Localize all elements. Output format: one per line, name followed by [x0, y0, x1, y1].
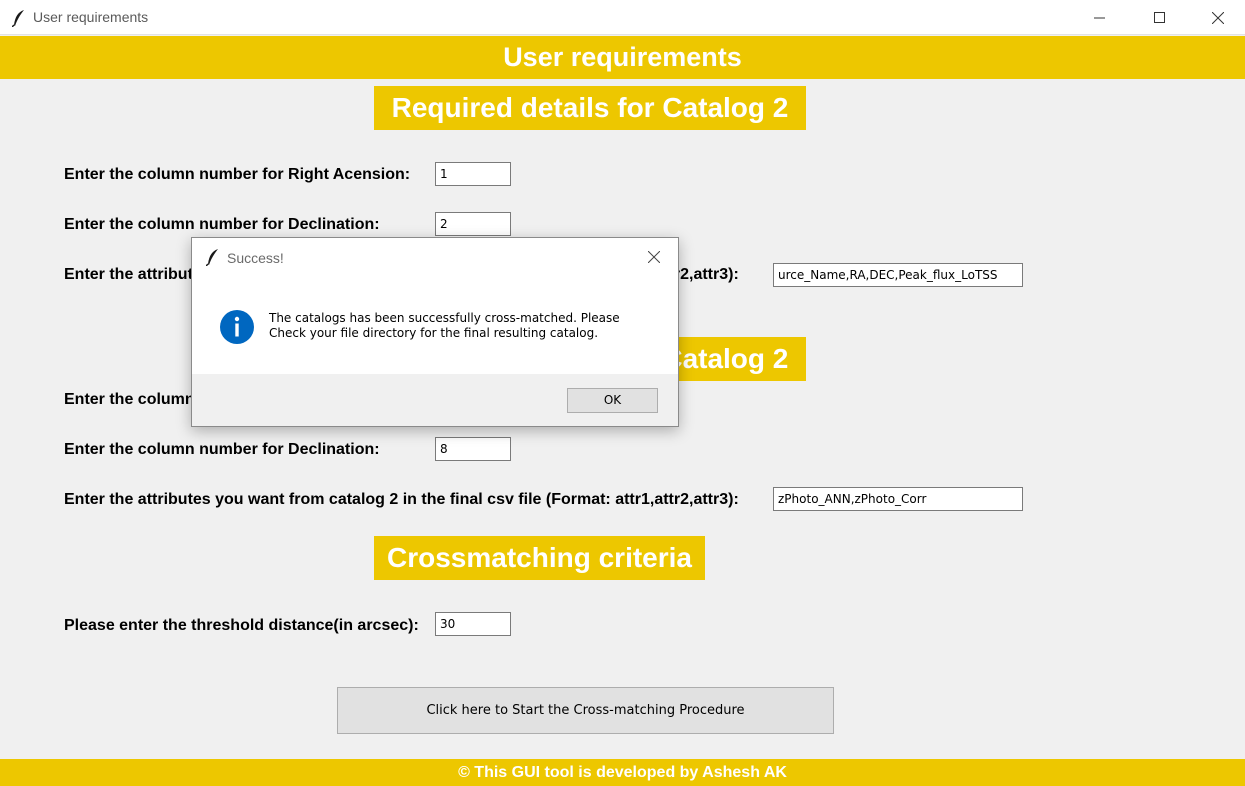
dialog-message: The catalogs has been successfully cross… — [269, 311, 659, 341]
close-icon — [648, 251, 660, 263]
feather-icon — [205, 248, 220, 271]
dec-column-input-2[interactable]: 8 — [435, 437, 511, 461]
threshold-label: Please enter the threshold distance(in a… — [64, 617, 419, 634]
attributes-input-2[interactable]: zPhoto_ANN,zPhoto_Corr — [773, 487, 1023, 511]
footer-banner: © This GUI tool is developed by Ashesh A… — [0, 759, 1245, 786]
dialog-title: Success! — [227, 250, 284, 266]
dec-label: Enter the column number for Declination: — [64, 216, 380, 233]
section-title-criteria: Crossmatching criteria — [374, 536, 705, 580]
success-dialog: Success! The catalogs has been successfu… — [191, 237, 679, 427]
section-title-catalog: Required details for Catalog 2 — [374, 86, 806, 130]
attributes-input[interactable]: urce_Name,RA,DEC,Peak_flux_LoTSS — [773, 263, 1023, 287]
window-titlebar: User requirements — [0, 0, 1245, 35]
feather-icon — [11, 9, 26, 32]
threshold-input[interactable]: 30 — [435, 612, 511, 636]
maximize-button[interactable] — [1137, 0, 1183, 35]
minimize-button[interactable] — [1077, 0, 1123, 35]
dialog-message-line-2: Check your file directory for the final … — [269, 326, 599, 340]
ra-label: Enter the column number for Right Acensi… — [64, 166, 411, 183]
dec-column-input[interactable]: 2 — [435, 212, 511, 236]
dialog-message-line-1: The catalogs has been successfully cross… — [269, 311, 620, 325]
dec-label-2: Enter the column number for Declination: — [64, 441, 380, 458]
minimize-icon — [1094, 17, 1105, 18]
ok-button[interactable]: OK — [567, 388, 658, 413]
footer-credit: © This GUI tool is developed by Ashesh A… — [458, 764, 787, 781]
attributes-label-2: Enter the attributes you want from catal… — [64, 491, 739, 508]
ra-column-input[interactable]: 1 — [435, 162, 511, 186]
close-icon — [1212, 11, 1224, 24]
maximize-icon — [1154, 11, 1165, 23]
dialog-close-button[interactable] — [636, 242, 672, 272]
header-banner: User requirements — [0, 36, 1245, 79]
info-icon — [220, 310, 254, 344]
window-title: User requirements — [33, 9, 149, 25]
close-button[interactable] — [1195, 0, 1241, 35]
page-title: User requirements — [503, 42, 742, 72]
start-crossmatch-button[interactable]: Click here to Start the Cross-matching P… — [337, 687, 834, 734]
